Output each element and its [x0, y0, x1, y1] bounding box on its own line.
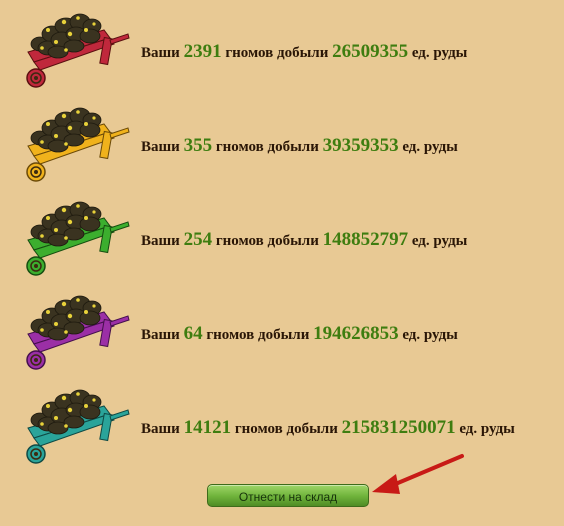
gnome-count: 2391 [183, 41, 222, 62]
prefix-label: Ваши [141, 139, 180, 155]
prefix-label: Ваши [141, 421, 180, 437]
ore-amount: 148852797 [322, 229, 409, 250]
gnome-count: 14121 [183, 417, 232, 438]
ore-amount: 26509355 [332, 41, 409, 62]
wheelbarrow-icon [26, 13, 130, 88]
store-to-warehouse-button[interactable]: Отнести на склад [207, 484, 369, 507]
gnome-count: 254 [183, 229, 213, 250]
ore-amount: 39359353 [322, 135, 399, 156]
mid-label: гномов добыли [234, 421, 338, 437]
mid-label: гномов добыли [215, 139, 319, 155]
suffix-label: ед. руды [411, 45, 468, 61]
mining-stats-text: Ваши 254 гномов добыли 148852797 ед. руд… [141, 229, 467, 251]
ore-row: Ваши 64 гномов добыли 194626853 ед. руды [0, 286, 564, 376]
ore-row: Ваши 355 гномов добыли 39359353 ед. руды [0, 98, 564, 188]
ore-row: Ваши 14121 гномов добыли 215831250071 ед… [0, 380, 564, 470]
mining-stats-text: Ваши 2391 гномов добыли 26509355 ед. руд… [141, 41, 467, 63]
prefix-label: Ваши [141, 233, 180, 249]
mining-stats-text: Ваши 355 гномов добыли 39359353 ед. руды [141, 135, 458, 157]
prefix-label: Ваши [141, 45, 180, 61]
wheelbarrow-icon [26, 295, 130, 370]
ore-amount: 194626853 [313, 323, 399, 344]
mid-label: гномов добыли [215, 233, 319, 249]
mining-stats-text: Ваши 64 гномов добыли 194626853 ед. руды [141, 323, 458, 345]
wheelbarrow-icon [26, 389, 130, 464]
suffix-label: ед. руды [411, 233, 468, 249]
prefix-label: Ваши [141, 327, 180, 343]
wheelbarrow-icon [26, 107, 130, 182]
gnome-count: 64 [183, 323, 203, 344]
suffix-label: ед. руды [402, 327, 458, 343]
ore-row: Ваши 2391 гномов добыли 26509355 ед. руд… [0, 4, 564, 94]
ore-row: Ваши 254 гномов добыли 148852797 ед. руд… [0, 192, 564, 282]
suffix-label: ед. руды [459, 421, 515, 437]
suffix-label: ед. руды [402, 139, 458, 155]
ore-amount: 215831250071 [341, 417, 456, 438]
mining-stats-text: Ваши 14121 гномов добыли 215831250071 ед… [141, 417, 515, 439]
mid-label: гномов добыли [206, 327, 310, 343]
wheelbarrow-icon [26, 201, 130, 276]
pointer-arrow-icon [372, 454, 464, 494]
gnome-count: 355 [183, 135, 213, 156]
mid-label: гномов добыли [225, 45, 329, 61]
